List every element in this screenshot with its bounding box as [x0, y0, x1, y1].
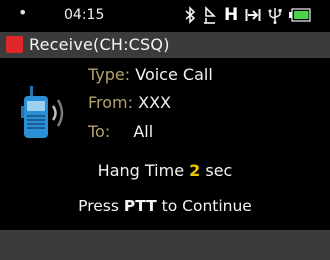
hang-time-value: 2 — [189, 161, 201, 180]
screen-title: Receive(CH:CSQ) — [29, 35, 170, 54]
bluetooth-icon — [184, 6, 196, 24]
call-type-row: Type: Voice Call — [88, 65, 213, 84]
softkey-bar — [0, 230, 330, 260]
caller-value: XXX — [138, 93, 172, 112]
receive-indicator-icon — [6, 36, 23, 53]
status-time: 04:15 — [64, 7, 105, 23]
radio-receiving-icon — [15, 86, 81, 144]
caller-label: From: — [88, 93, 134, 112]
h-indicator-icon: H — [224, 5, 239, 25]
instruction-prefix: Press — [78, 197, 124, 215]
status-icons: H — [184, 3, 311, 27]
ptt-key-label: PTT — [123, 197, 157, 215]
instruction-suffix: to Continue — [156, 197, 252, 215]
hang-time-text: Hang Time 2 sec — [0, 161, 330, 180]
call-type-label: Type: — [88, 65, 131, 84]
call-type-value: Voice Call — [135, 65, 213, 84]
hang-time-prefix: Hang Time — [97, 161, 190, 180]
caller-row: From: XXX — [88, 93, 171, 112]
gps-icon — [203, 6, 217, 24]
status-bar: • 04:15 H — [0, 0, 330, 32]
recipient-row: To: All — [88, 122, 153, 141]
recipient-label: To: — [88, 122, 111, 141]
hang-time-suffix: sec — [200, 161, 233, 180]
title-bar: Receive(CH:CSQ) — [0, 32, 330, 58]
continue-instruction: Press PTT to Continue — [0, 197, 330, 215]
status-indicator: • — [18, 3, 28, 22]
recipient-value: All — [133, 122, 154, 141]
battery-icon — [289, 8, 311, 22]
key-icon — [245, 7, 261, 23]
usb-icon — [268, 6, 282, 24]
radio-screen: • 04:15 H Receive(CH:CSQ) Type: Voice Ca… — [0, 0, 330, 260]
